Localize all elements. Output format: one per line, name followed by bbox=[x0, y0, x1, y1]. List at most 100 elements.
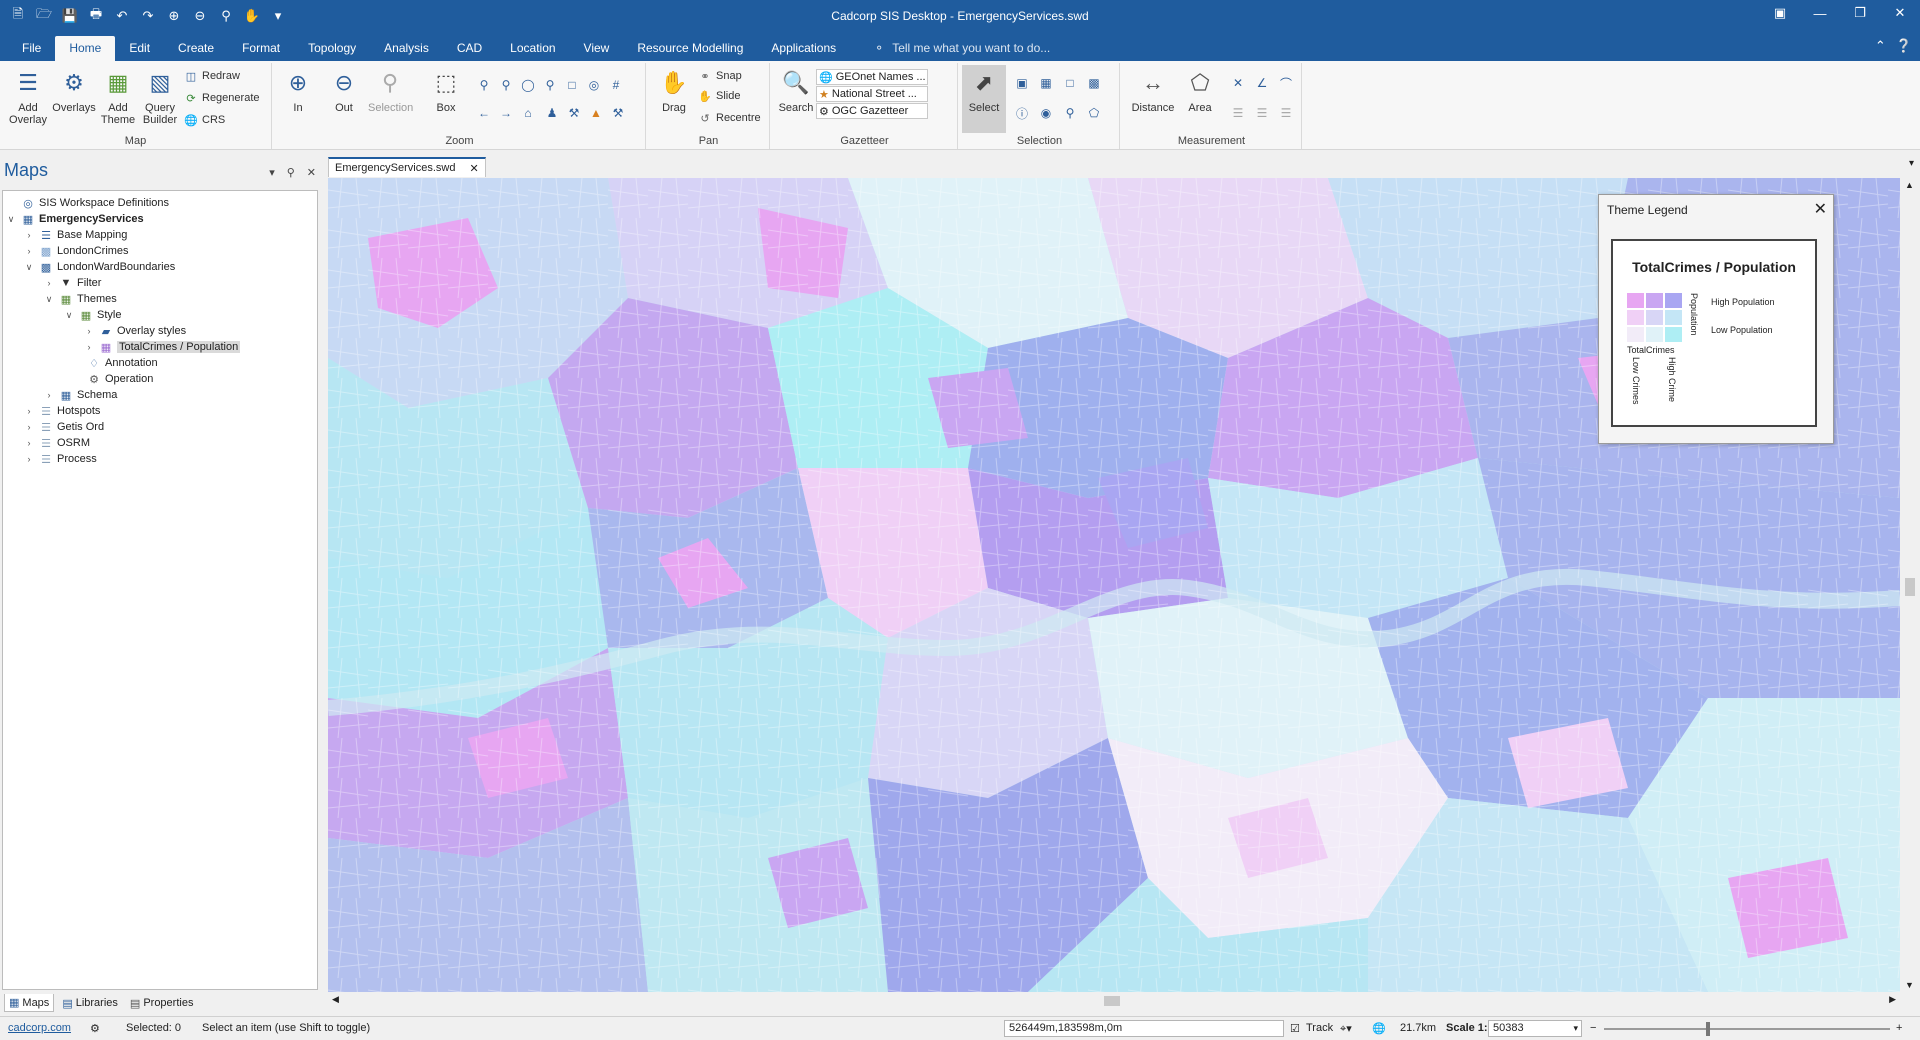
expand-icon[interactable]: › bbox=[83, 342, 95, 352]
redraw-button[interactable]: ◫ Redraw bbox=[184, 67, 240, 85]
track-checkbox[interactable]: ☑ bbox=[1290, 1022, 1300, 1035]
binoculars-icon[interactable]: ◉ bbox=[1038, 105, 1054, 121]
tree-node-annotation[interactable]: ♢ Annotation bbox=[71, 355, 158, 371]
vertical-scroll-thumb[interactable] bbox=[1905, 578, 1915, 596]
find-icon[interactable]: ⚲ bbox=[1062, 105, 1078, 121]
zoom-box-button[interactable]: ⬚ Box bbox=[424, 67, 468, 115]
drag-button[interactable]: ✋ Drag bbox=[652, 67, 696, 115]
pane-tab-maps[interactable]: ▦ Maps bbox=[4, 994, 55, 1012]
measure-clear-icon[interactable]: ✕ bbox=[1230, 75, 1246, 91]
document-tab-close-icon[interactable]: ✕ bbox=[469, 162, 478, 175]
measure-arc-icon[interactable]: ⌒ bbox=[1278, 75, 1294, 91]
select-button[interactable]: ⬈ Select bbox=[962, 65, 1006, 133]
select-all-icon[interactable]: ▣ bbox=[1014, 75, 1030, 91]
snap-button[interactable]: ⚭ Snap bbox=[698, 67, 741, 85]
tab-create[interactable]: Create bbox=[164, 36, 228, 61]
select-invert-icon[interactable]: ▩ bbox=[1086, 75, 1102, 91]
pin-icon[interactable]: ⚲ bbox=[287, 166, 295, 179]
measure-option-1-icon[interactable]: ☰ bbox=[1230, 105, 1246, 121]
expand-icon[interactable]: › bbox=[23, 230, 35, 240]
distance-button[interactable]: ↔ Distance bbox=[1128, 67, 1178, 115]
deselect-icon[interactable]: □ bbox=[1062, 75, 1078, 91]
measure-option-3-icon[interactable]: ☰ bbox=[1278, 105, 1294, 121]
zoom-selection-button[interactable]: ⚲ Selection bbox=[368, 67, 413, 115]
person-icon[interactable]: ♟ bbox=[544, 105, 560, 121]
scale-dropdown-icon[interactable]: ▾ bbox=[1573, 1021, 1578, 1036]
collapse-ribbon-icon[interactable]: ⌃ bbox=[1875, 38, 1886, 54]
zoom-extent-icon[interactable]: ⚲ bbox=[476, 77, 492, 93]
tab-resource-modelling[interactable]: Resource Modelling bbox=[623, 36, 757, 61]
map-horizontal-scrollbar[interactable]: ◀ ▶ bbox=[328, 992, 1900, 1010]
zoom-in-button[interactable]: ⊕ In bbox=[276, 67, 320, 115]
snap-mode-icon[interactable]: ⌖▾ bbox=[1340, 1022, 1352, 1036]
help-icon[interactable]: ❔ bbox=[1896, 38, 1912, 54]
tree-node-totalcrimes-population[interactable]: › ▦ TotalCrimes / Population bbox=[83, 339, 241, 355]
horizontal-scroll-thumb[interactable] bbox=[1104, 996, 1120, 1006]
home-icon[interactable]: ⌂ bbox=[520, 105, 536, 121]
collapse-icon[interactable]: ∨ bbox=[23, 262, 35, 273]
scale-field[interactable]: 50383 ▾ bbox=[1488, 1020, 1582, 1037]
coordinates-field[interactable]: 526449m,183598m,0m bbox=[1004, 1020, 1284, 1037]
tab-list-dropdown-icon[interactable]: ▾ bbox=[1909, 158, 1914, 169]
tab-view[interactable]: View bbox=[570, 36, 624, 61]
tree-node-hotspots[interactable]: › ☰ Hotspots bbox=[23, 403, 101, 419]
tab-analysis[interactable]: Analysis bbox=[370, 36, 443, 61]
scroll-right-icon[interactable]: ▶ bbox=[1889, 994, 1896, 1005]
tree-node-themes[interactable]: ∨ ▦ Themes bbox=[43, 291, 117, 307]
tree-node-base-mapping[interactable]: › ☰ Base Mapping bbox=[23, 227, 128, 243]
tell-me-box[interactable]: ⚬ Tell me what you want to do... bbox=[850, 36, 1050, 61]
tree-node-emergencyservices[interactable]: ∨ ▦ EmergencyServices bbox=[5, 211, 144, 227]
zoom-page-icon[interactable]: □ bbox=[564, 77, 580, 93]
tab-cad[interactable]: CAD bbox=[443, 36, 496, 61]
map-vertical-scrollbar[interactable]: ▲ ▼ bbox=[1900, 178, 1920, 992]
tree-node-process[interactable]: › ☰ Process bbox=[23, 451, 97, 467]
tab-edit[interactable]: Edit bbox=[115, 36, 164, 61]
collapse-icon[interactable]: ∨ bbox=[43, 294, 55, 305]
add-overlay-button[interactable]: ☰ Add Overlay bbox=[6, 67, 50, 127]
gazetteer-item-ogc[interactable]: ⚙ OGC Gazetteer bbox=[816, 103, 928, 119]
gazetteer-item-geonet[interactable]: 🌐 GEOnet Names ... bbox=[816, 69, 928, 85]
expand-icon[interactable]: › bbox=[43, 390, 55, 400]
zoom-slider[interactable] bbox=[1604, 1022, 1890, 1036]
collapse-icon[interactable]: ∨ bbox=[5, 214, 17, 225]
expand-icon[interactable]: › bbox=[23, 422, 35, 432]
tab-format[interactable]: Format bbox=[228, 36, 294, 61]
forward-icon[interactable]: → bbox=[498, 105, 514, 121]
zoom-slider-knob[interactable] bbox=[1706, 1022, 1710, 1036]
tools-icon[interactable]: ⚒ bbox=[610, 105, 626, 121]
restore-icon[interactable]: ❐ bbox=[1840, 0, 1880, 26]
query-builder-button[interactable]: ▧ Query Builder bbox=[138, 67, 182, 127]
pane-tab-libraries[interactable]: ▤ Libraries bbox=[58, 995, 122, 1012]
settings-gear-icon[interactable]: ⚙ bbox=[90, 1022, 100, 1035]
tree-node-workspace[interactable]: ◎ SIS Workspace Definitions bbox=[5, 195, 169, 211]
tree-node-schema[interactable]: › ▦ Schema bbox=[43, 387, 118, 403]
tab-home[interactable]: Home bbox=[55, 36, 116, 61]
zoom-world-icon[interactable]: ◯ bbox=[520, 77, 536, 93]
expand-icon[interactable]: › bbox=[23, 246, 35, 256]
expand-icon[interactable]: › bbox=[83, 326, 95, 336]
zoom-slider-plus-icon[interactable]: + bbox=[1896, 1022, 1902, 1034]
scale-icon[interactable]: ⚒ bbox=[566, 105, 582, 121]
document-tab[interactable]: EmergencyServices.swd ✕ bbox=[328, 157, 486, 177]
tree-node-filter[interactable]: › ▼ Filter bbox=[43, 275, 102, 291]
ribbon-display-icon[interactable]: ▣ bbox=[1760, 0, 1800, 26]
zoom-fit-icon[interactable]: ⚲ bbox=[498, 77, 514, 93]
theme-legend-window[interactable]: Theme Legend ✕ TotalCrimes / Population … bbox=[1598, 194, 1834, 444]
pane-close-icon[interactable]: ✕ bbox=[307, 166, 316, 179]
grid-icon[interactable]: # bbox=[608, 77, 624, 93]
tree-node-osrm[interactable]: › ☰ OSRM bbox=[23, 435, 91, 451]
expand-icon[interactable]: › bbox=[23, 454, 35, 464]
minimize-icon[interactable]: — bbox=[1800, 0, 1840, 26]
cadcorp-link[interactable]: cadcorp.com bbox=[8, 1022, 71, 1034]
measure-option-2-icon[interactable]: ☰ bbox=[1254, 105, 1270, 121]
tree-node-londonwardboundaries[interactable]: ∨ ▩ LondonWardBoundaries bbox=[23, 259, 176, 275]
zoom-slider-minus-icon[interactable]: − bbox=[1590, 1022, 1596, 1034]
tab-file[interactable]: File bbox=[8, 36, 55, 61]
expand-icon[interactable]: › bbox=[23, 438, 35, 448]
expand-icon[interactable]: › bbox=[23, 406, 35, 416]
lasso-icon[interactable]: ⬠ bbox=[1086, 105, 1102, 121]
zoom-target-icon[interactable]: ◎ bbox=[586, 77, 602, 93]
zoom-out-button[interactable]: ⊖ Out bbox=[322, 67, 366, 115]
tree-node-overlay-styles[interactable]: › ▰ Overlay styles bbox=[83, 323, 187, 339]
scroll-up-icon[interactable]: ▲ bbox=[1905, 180, 1914, 190]
